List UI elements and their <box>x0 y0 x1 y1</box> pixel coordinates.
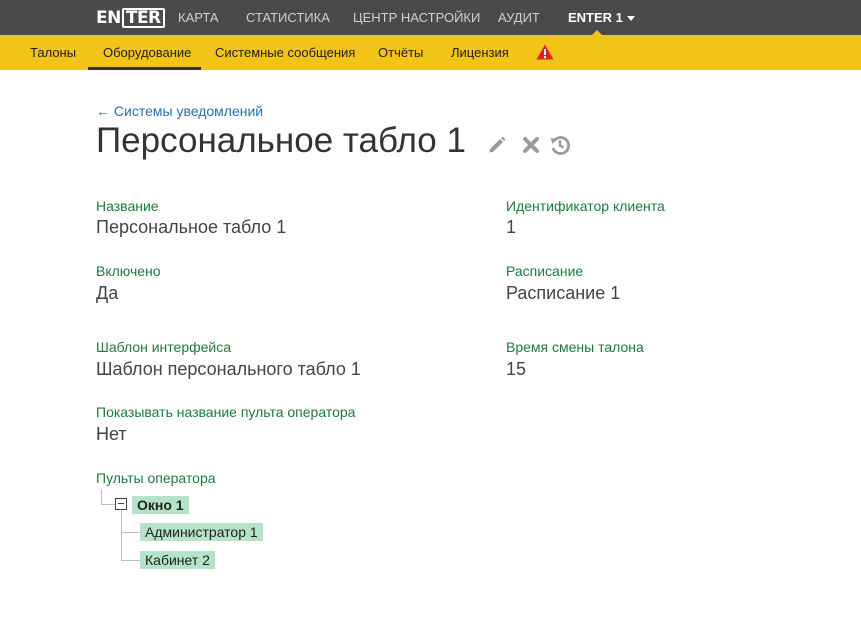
field-value-ticket-time: 15 <box>506 359 527 379</box>
field-value-show-operator-name: Нет <box>96 424 127 444</box>
subnav-item-system-messages[interactable]: Системные сообщения <box>215 35 355 70</box>
top-navbar: EN TER КАРТА СТАТИСТИКА ЦЕНТР НАСТРОЙКИ А… <box>0 0 861 35</box>
logo-text: EN <box>96 8 121 28</box>
topnav-item-statistics[interactable]: СТАТИСТИКА <box>246 0 330 35</box>
tree-connector <box>121 510 122 560</box>
topnav-item-map[interactable]: КАРТА <box>178 0 219 35</box>
subnav-item-reports[interactable]: Отчёты <box>378 35 423 70</box>
field-label-template: Шаблон интерфейса <box>96 339 232 355</box>
field-label-client-id: Идентификатор клиента <box>506 198 665 214</box>
tree-connector <box>101 489 102 504</box>
tree-node-child[interactable]: Кабинет 2 <box>140 551 215 569</box>
field-value-client-id: 1 <box>506 217 517 237</box>
chevron-down-icon <box>626 16 635 22</box>
tree-node-root[interactable]: Окно 1 <box>132 496 189 514</box>
logo-boxed-text: TER <box>121 8 165 28</box>
tree-connector <box>101 504 115 505</box>
field-value-enabled: Да <box>96 283 119 303</box>
user-menu-label: ENTER 1 <box>568 10 623 25</box>
close-icon[interactable] <box>520 134 542 156</box>
field-value-template: Шаблон персонального табло 1 <box>96 359 361 379</box>
field-label-show-operator-name: Показывать название пульта оператора <box>96 404 356 420</box>
subnav-item-license[interactable]: Лицензия <box>451 35 509 70</box>
field-label-ticket-time: Время смены талона <box>506 339 644 355</box>
topnav-item-settings-center[interactable]: ЦЕНТР НАСТРОЙКИ <box>353 0 480 35</box>
field-label-enabled: Включено <box>96 263 161 279</box>
field-label-name: Название <box>96 198 159 214</box>
page-title: Персональное табло 1 <box>96 121 466 160</box>
pencil-icon[interactable] <box>486 134 508 156</box>
tree-node-child[interactable]: Администратор 1 <box>140 523 263 541</box>
subnav-item-equipment[interactable]: Оборудование <box>103 35 191 70</box>
field-value-schedule: Расписание 1 <box>506 283 621 303</box>
field-label-operators: Пульты оператора <box>96 470 216 486</box>
subnav-active-underline <box>88 67 201 70</box>
tree-connector <box>121 532 140 533</box>
back-link[interactable]: ← Системы уведомлений <box>96 103 263 119</box>
warning-triangle-icon[interactable] <box>536 44 554 60</box>
history-icon[interactable] <box>549 134 571 156</box>
subnav-item-tickets[interactable]: Талоны <box>30 35 76 70</box>
field-label-schedule: Расписание <box>506 263 584 279</box>
sub-navbar: Талоны Оборудование Системные сообщения … <box>0 35 861 70</box>
topnav-item-audit[interactable]: АУДИТ <box>498 0 540 35</box>
tree-connector <box>121 560 140 561</box>
field-value-name: Персональное табло 1 <box>96 217 287 237</box>
tree-collapse-toggle[interactable] <box>115 498 127 510</box>
app-logo[interactable]: EN TER <box>96 7 165 29</box>
